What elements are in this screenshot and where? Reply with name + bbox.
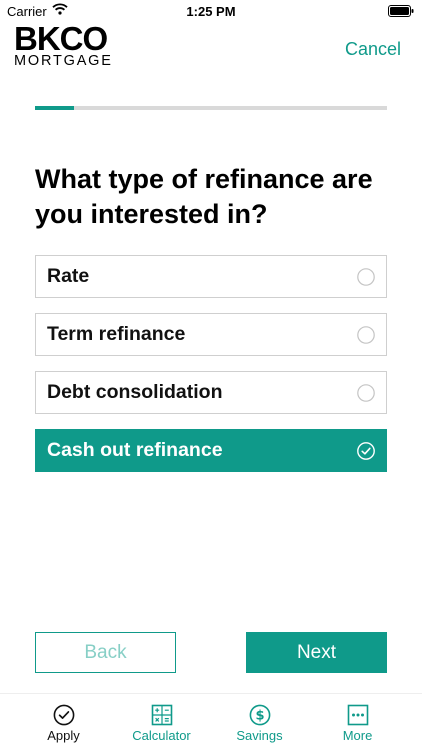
more-dots-icon xyxy=(305,704,410,726)
check-circle-icon xyxy=(11,704,116,726)
progress-bar xyxy=(35,106,387,110)
back-button[interactable]: Back xyxy=(35,632,176,673)
option-term-refinance[interactable]: Term refinance xyxy=(35,313,387,356)
tab-calculator[interactable]: Calculator xyxy=(109,694,214,751)
option-debt-consolidation[interactable]: Debt consolidation xyxy=(35,371,387,414)
tab-bar: Apply Calculator $ Savings More xyxy=(0,693,422,751)
logo-sub-text: MORTGAGE xyxy=(14,53,113,69)
tab-savings[interactable]: $ Savings xyxy=(207,694,312,751)
tab-label: Apply xyxy=(47,728,80,743)
option-label: Term refinance xyxy=(47,323,186,345)
battery-icon xyxy=(388,5,414,20)
tab-apply[interactable]: Apply xyxy=(11,694,116,751)
option-label: Cash out refinance xyxy=(47,439,223,461)
question-heading: What type of refinance are you intereste… xyxy=(35,164,373,229)
next-button[interactable]: Next xyxy=(246,632,387,673)
status-time: 1:25 PM xyxy=(186,4,236,19)
logo-brand-text: BKCO xyxy=(14,20,108,57)
cancel-button[interactable]: Cancel xyxy=(345,39,401,60)
radio-unchecked-icon xyxy=(357,325,375,344)
brand-logo: BKCO MORTGAGE xyxy=(14,20,113,69)
svg-text:$: $ xyxy=(255,709,264,724)
option-label: Rate xyxy=(47,265,90,287)
check-circle-icon xyxy=(357,441,375,460)
radio-unchecked-icon xyxy=(357,383,375,402)
calculator-icon xyxy=(109,704,214,726)
status-bar: Carrier 1:25 PM xyxy=(0,0,422,22)
option-rate[interactable]: Rate xyxy=(35,255,387,298)
progress-fill xyxy=(35,106,74,110)
option-label: Debt consolidation xyxy=(47,381,223,403)
radio-unchecked-icon xyxy=(357,267,375,286)
dollar-circle-icon: $ xyxy=(207,704,312,726)
option-cash-out-refinance[interactable]: Cash out refinance xyxy=(35,429,387,472)
tab-label: Calculator xyxy=(132,728,191,743)
tab-label: More xyxy=(342,728,373,743)
tab-more[interactable]: More xyxy=(305,694,410,751)
tab-label: Savings xyxy=(236,728,283,743)
refinance-options: Rate Term refinance Debt consolidation C… xyxy=(35,255,387,487)
